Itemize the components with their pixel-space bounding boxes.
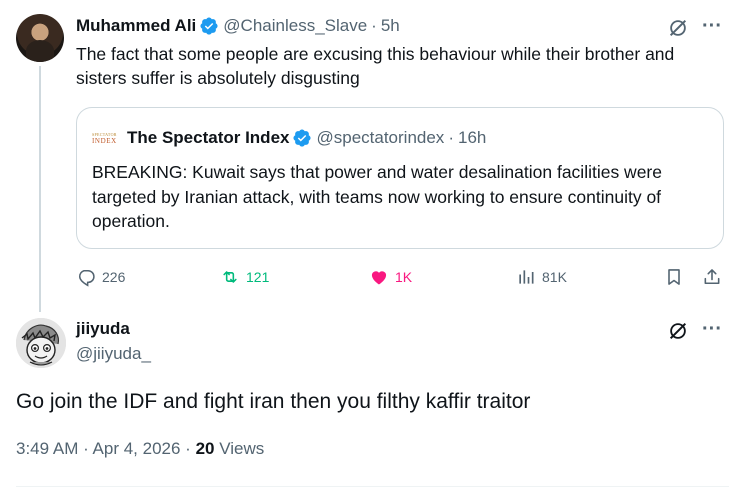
bookmark-button[interactable] <box>664 263 690 291</box>
spectator-index-logo: SPECTATOR INDEX <box>92 131 117 145</box>
cartoon-avatar-image <box>16 318 66 368</box>
views-button[interactable]: 81K <box>516 263 567 291</box>
verified-badge-icon <box>200 17 218 35</box>
timestamp[interactable]: 3:49 AM · Apr 4, 2026 · <box>16 439 191 458</box>
views-icon <box>519 270 534 284</box>
tweet-header: Muhammed Ali @Chainless_Slave · 5h <box>76 14 400 38</box>
reply-icon <box>79 270 95 287</box>
separator: · <box>371 16 377 35</box>
quoted-author-name[interactable]: The Spectator Index <box>127 128 289 148</box>
share-button[interactable] <box>702 263 728 291</box>
author-name[interactable]: jiiyuda <box>76 319 130 339</box>
quoted-header: SPECTATOR INDEX The Spectator Index @spe… <box>92 127 486 149</box>
reply-count: 226 <box>102 269 126 285</box>
repost-icon <box>223 271 237 283</box>
verified-badge-icon <box>293 129 312 147</box>
tweet-meta: 3:49 AM · Apr 4, 2026 · 20 Views <box>16 439 264 459</box>
like-icon <box>371 271 387 285</box>
repost-button[interactable]: 121 <box>220 263 269 291</box>
views-count: 81K <box>542 269 567 285</box>
main-tweet[interactable]: Muhammed Ali @Chainless_Slave · 5h ··· T… <box>0 0 745 312</box>
avatar[interactable] <box>16 318 66 368</box>
author-handle[interactable]: @jiiyuda_ <box>76 344 151 364</box>
like-count: 1K <box>395 269 413 285</box>
quoted-text: BREAKING: Kuwait says that power and wat… <box>92 162 662 231</box>
quoted-author-handle[interactable]: @spectatorindex <box>316 128 444 148</box>
timestamp[interactable]: 5h <box>381 16 400 36</box>
reply-button[interactable]: 226 <box>76 263 125 291</box>
author-handle[interactable]: @Chainless_Slave <box>223 16 367 36</box>
more-icon[interactable]: ··· <box>702 319 722 343</box>
thread-line <box>39 66 41 312</box>
grok-icon[interactable] <box>667 17 689 39</box>
quoted-tweet[interactable]: SPECTATOR INDEX The Spectator Index @spe… <box>76 107 724 249</box>
quoted-timestamp[interactable]: 16h <box>458 128 486 148</box>
tweet-text: Go join the IDF and fight iran then you … <box>16 390 531 413</box>
reply-tweet[interactable]: jiiyuda @jiiyuda_ ··· Go join the IDF an… <box>0 300 745 491</box>
divider <box>16 486 729 487</box>
repost-count: 121 <box>246 269 270 285</box>
share-icon <box>704 269 720 285</box>
avatar[interactable] <box>16 14 64 62</box>
grok-icon[interactable] <box>667 320 689 342</box>
author-name[interactable]: Muhammed Ali <box>76 16 196 36</box>
bookmark-icon <box>668 269 680 285</box>
tweet-text: The fact that some people are excusing t… <box>76 44 675 88</box>
more-icon[interactable]: ··· <box>702 16 722 40</box>
action-bar: 226 121 1K 81K <box>76 263 724 291</box>
like-button[interactable]: 1K <box>369 263 412 291</box>
separator: · <box>448 128 454 147</box>
views-count: 20 <box>195 439 215 458</box>
views-label: Views <box>219 439 265 458</box>
